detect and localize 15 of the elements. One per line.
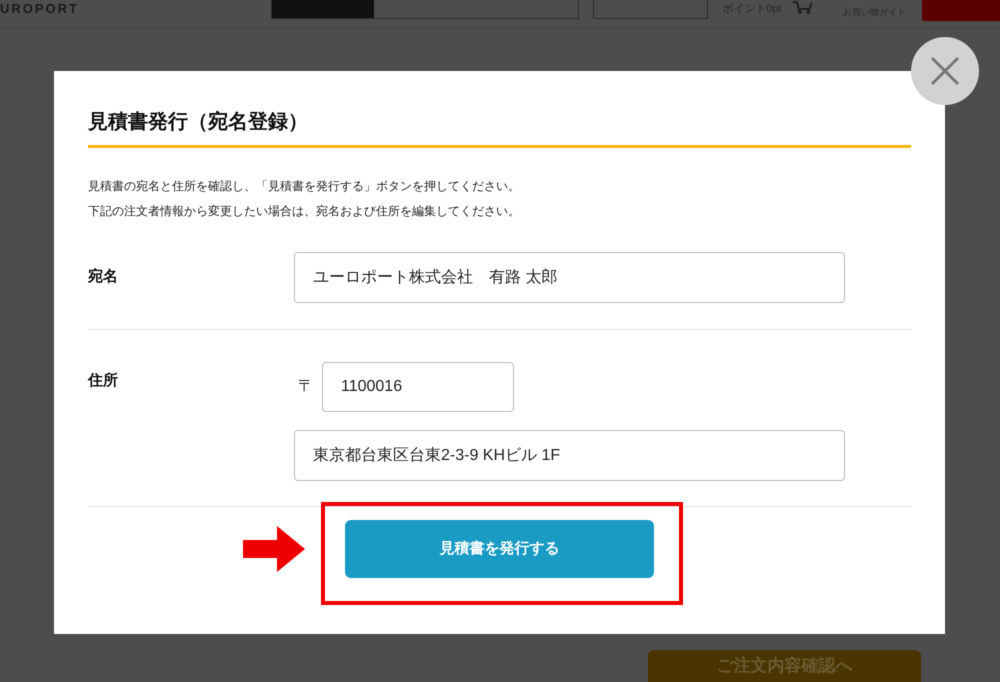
description-text: 見積書の宛名と住所を確認し、「見積書を発行する」ボタンを押してください。 [88,178,521,195]
issue-quote-button[interactable]: 見積書を発行する [345,520,654,578]
address-field[interactable]: 東京都台東区台東2-3-9 KHビル 1F [294,430,845,481]
arrow-icon [243,526,305,572]
postal-mark: 〒 [297,377,315,397]
account-field[interactable] [593,0,708,18]
recipient-field[interactable]: ユーロポート株式会社 有路 太郎 [294,252,845,303]
field-label: 宛名 [88,267,119,288]
dialog-title: 見積書発行（宛名登録） [88,107,911,148]
close-icon [930,56,960,86]
postal-code-field[interactable]: 1100016 [322,362,514,412]
description-text: 下記の注文者情報から変更したい場合は、宛名および住所を編集してください。 [88,203,521,220]
field-label: 住所 [88,371,119,391]
search-field[interactable] [271,0,580,18]
cart-icon[interactable] [792,0,813,14]
